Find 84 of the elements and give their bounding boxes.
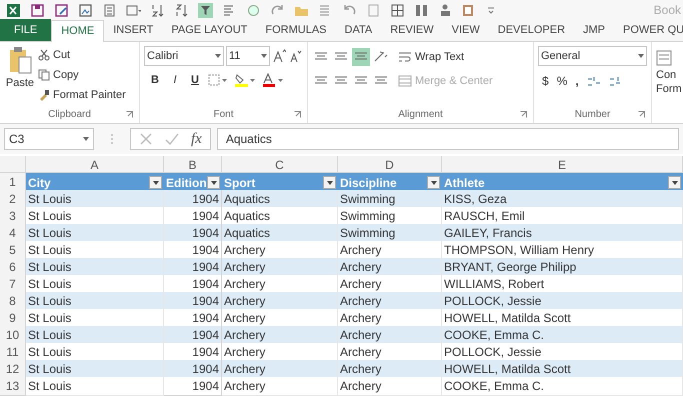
group-label: Number (574, 108, 610, 122)
dialog-launcher-icon[interactable] (294, 111, 301, 118)
picture-frame-icon[interactable] (78, 2, 93, 18)
formula-input[interactable]: Aquatics (216, 128, 679, 150)
row-header[interactable]: 13 (0, 377, 26, 396)
sort-descending-icon[interactable] (174, 2, 189, 18)
copy-button[interactable]: Copy (38, 66, 126, 84)
dropdown-caret-icon[interactable] (261, 54, 267, 58)
increase-font-icon[interactable] (272, 49, 286, 63)
ribbon-tab[interactable]: INSERT (104, 19, 162, 41)
ribbon-tab[interactable]: PAGE LAYOUT (162, 19, 256, 41)
document-list-icon[interactable] (102, 2, 117, 18)
borders-icon[interactable] (208, 74, 228, 86)
underline-button[interactable]: U (188, 72, 202, 88)
table-cell: COOKE, Emma C. (442, 377, 683, 396)
filter-dropdown-button[interactable] (323, 176, 336, 189)
number-format-field[interactable]: General (538, 46, 647, 66)
ribbon-tab[interactable]: JMP (574, 19, 614, 41)
currency-button[interactable]: $ (542, 72, 549, 90)
ribbon-tab[interactable]: REVIEW (381, 19, 443, 41)
ribbon-tab[interactable]: DATA (336, 19, 382, 41)
checkmark-icon[interactable] (165, 132, 179, 146)
ribbon-tab[interactable]: VIEW (442, 19, 489, 41)
dialog-launcher-icon[interactable] (638, 111, 645, 118)
group-label: Font (213, 108, 234, 122)
dropdown-caret-icon[interactable] (210, 180, 216, 184)
paste-button[interactable]: Paste (4, 46, 36, 105)
table-cell: 1904 (164, 377, 222, 396)
ribbon-tab[interactable]: FORMULAS (256, 19, 336, 41)
wrap-text-button[interactable]: Wrap Text (398, 48, 493, 66)
excel-logo-icon[interactable] (6, 2, 21, 18)
bold-button[interactable]: B (148, 72, 162, 88)
font-color-icon[interactable] (262, 73, 284, 88)
conditional-formatting-button[interactable]: Con Form (656, 68, 682, 96)
percent-button[interactable]: % (556, 72, 568, 90)
group-label: Alignment (398, 108, 443, 122)
people-icon[interactable] (438, 2, 453, 18)
dropdown-caret-icon[interactable] (430, 180, 436, 184)
filter-dropdown-button[interactable] (668, 176, 681, 189)
table-cell: St Louis (26, 377, 164, 396)
cut-button[interactable]: Cut (38, 46, 126, 64)
table-cell: Archery (338, 377, 442, 396)
italic-button[interactable]: I (168, 72, 182, 88)
merge-center-button: Merge & Center (398, 72, 493, 90)
ribbon-tab[interactable]: DEVELOPER (488, 19, 574, 41)
wrap-text-icon[interactable] (398, 51, 412, 63)
name-box[interactable]: C3 (4, 128, 94, 150)
scissors-icon[interactable] (38, 49, 50, 61)
comma-button[interactable]: , (575, 72, 579, 90)
ribbon-tab[interactable]: FILE (0, 19, 52, 41)
clipboard-icon[interactable] (8, 46, 32, 74)
dialog-launcher-icon[interactable] (520, 111, 527, 118)
drag-handle-icon[interactable] (110, 133, 114, 145)
dropdown-caret-icon[interactable] (215, 54, 221, 58)
sort-ascending-icon[interactable] (150, 2, 165, 18)
group-label: Clipboard (48, 108, 91, 122)
format-painter-button[interactable]: Format Painter (38, 86, 126, 104)
decrease-font-icon[interactable] (288, 49, 302, 63)
window-title: Book (654, 2, 682, 19)
filter-icon[interactable] (198, 2, 213, 18)
dropdown-caret-icon[interactable] (638, 54, 644, 58)
dropdown-caret-icon[interactable] (326, 180, 332, 184)
dropdown-caret-icon[interactable] (672, 180, 678, 184)
filter-dropdown-button[interactable] (149, 176, 162, 189)
ribbon-tab[interactable]: POWER QU (614, 19, 683, 41)
copy-icon[interactable] (38, 69, 50, 81)
save-as-icon[interactable] (54, 2, 69, 18)
dropdown-caret-icon[interactable] (83, 137, 89, 141)
columns-icon[interactable] (414, 2, 429, 18)
font-name-field[interactable]: Calibri (144, 46, 224, 66)
grid-icon[interactable] (390, 2, 405, 18)
conditional-format-icon[interactable] (656, 50, 672, 66)
filter-dropdown-button[interactable] (207, 176, 220, 189)
fill-color-icon[interactable] (234, 73, 256, 88)
font-size-field[interactable]: 11 (226, 46, 270, 66)
paintbrush-icon[interactable] (38, 89, 50, 101)
table-cell: Archery (222, 377, 338, 396)
ribbon-tab[interactable]: HOME (51, 20, 104, 42)
form-dropdown-icon[interactable] (126, 2, 141, 18)
dialog-launcher-icon[interactable] (126, 111, 133, 118)
insert-function-button[interactable]: fx (191, 128, 202, 150)
save-icon[interactable] (30, 2, 45, 18)
filter-dropdown-button[interactable] (427, 176, 440, 189)
dropdown-caret-icon[interactable] (152, 180, 158, 184)
